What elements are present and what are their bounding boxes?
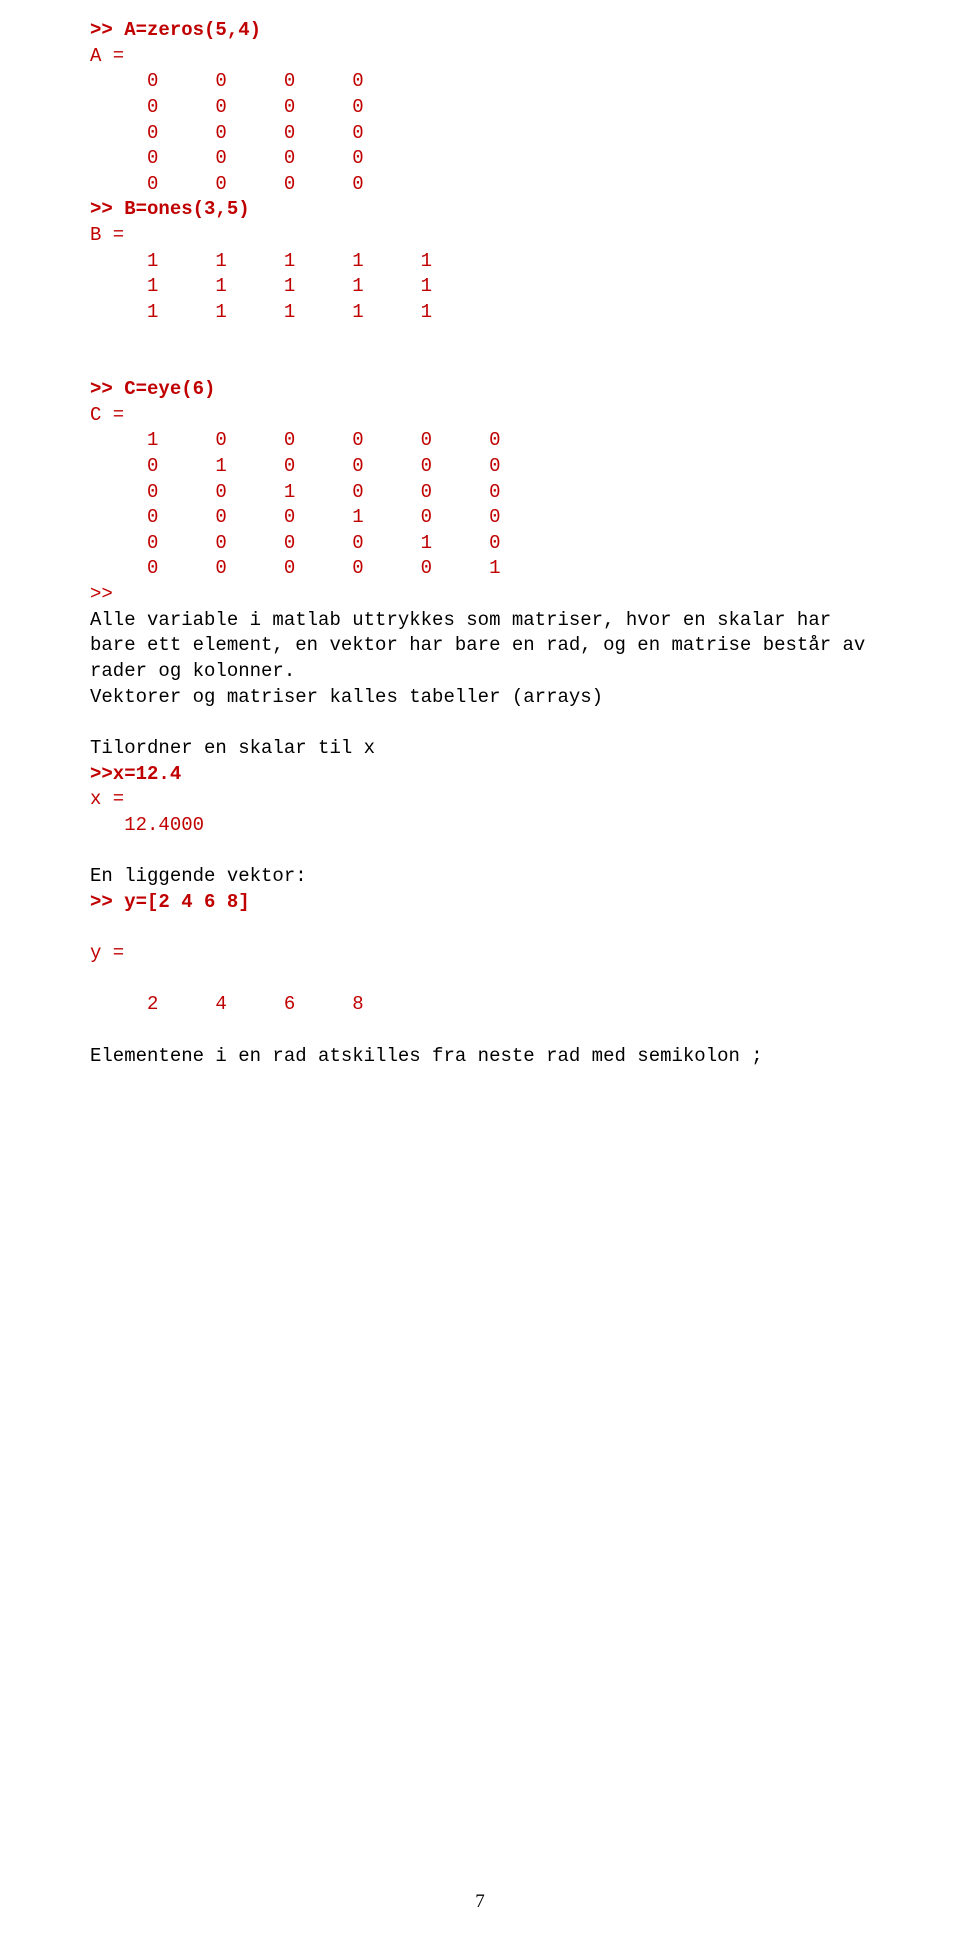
- blank-line: [90, 1018, 870, 1044]
- output-c-row: 0 0 1 0 0 0: [90, 480, 870, 506]
- cmd-x-assign: >>x=12.4: [90, 762, 870, 788]
- output-b-label: B =: [90, 223, 870, 249]
- output-c-row: 0 1 0 0 0 0: [90, 454, 870, 480]
- output-c-tail: >>: [90, 582, 870, 608]
- output-y-value: 2 4 6 8: [90, 992, 870, 1018]
- page-number: 7: [90, 1889, 870, 1915]
- output-b-row: 1 1 1 1 1: [90, 249, 870, 275]
- blank-line: [90, 326, 870, 352]
- output-a-row: 0 0 0 0: [90, 69, 870, 95]
- paragraph-matrices: Alle variable i matlab uttrykkes som mat…: [90, 608, 870, 711]
- output-c-label: C =: [90, 403, 870, 429]
- blank-line: [90, 915, 870, 941]
- cmd-c-eye: >> C=eye(6): [90, 377, 870, 403]
- document-page: >> A=zeros(5,4) A = 0 0 0 0 0 0 0 0 0 0 …: [0, 0, 960, 1955]
- blank-line: [90, 839, 870, 865]
- blank-line: [90, 710, 870, 736]
- output-a-label: A =: [90, 44, 870, 70]
- output-a-row: 0 0 0 0: [90, 121, 870, 147]
- output-y-label: y =: [90, 941, 870, 967]
- output-b-row: 1 1 1 1 1: [90, 300, 870, 326]
- output-c-row: 0 0 0 0 1 0: [90, 531, 870, 557]
- paragraph-row-vector: En liggende vektor:: [90, 864, 870, 890]
- output-a-row: 0 0 0 0: [90, 95, 870, 121]
- output-x-value: 12.4000: [90, 813, 870, 839]
- output-c-row: 1 0 0 0 0 0: [90, 428, 870, 454]
- output-c-row: 0 0 0 1 0 0: [90, 505, 870, 531]
- cmd-a-zeros: >> A=zeros(5,4): [90, 18, 870, 44]
- cmd-b-ones: >> B=ones(3,5): [90, 197, 870, 223]
- blank-line: [90, 967, 870, 993]
- paragraph-semicolon: Elementene i en rad atskilles fra neste …: [90, 1044, 870, 1070]
- output-a-row: 0 0 0 0: [90, 146, 870, 172]
- output-b-row: 1 1 1 1 1: [90, 274, 870, 300]
- output-x-label: x =: [90, 787, 870, 813]
- output-c-row: 0 0 0 0 0 1: [90, 556, 870, 582]
- output-a-row: 0 0 0 0: [90, 172, 870, 198]
- blank-line: [90, 351, 870, 377]
- cmd-y-assign: >> y=[2 4 6 8]: [90, 890, 870, 916]
- paragraph-scalar: Tilordner en skalar til x: [90, 736, 870, 762]
